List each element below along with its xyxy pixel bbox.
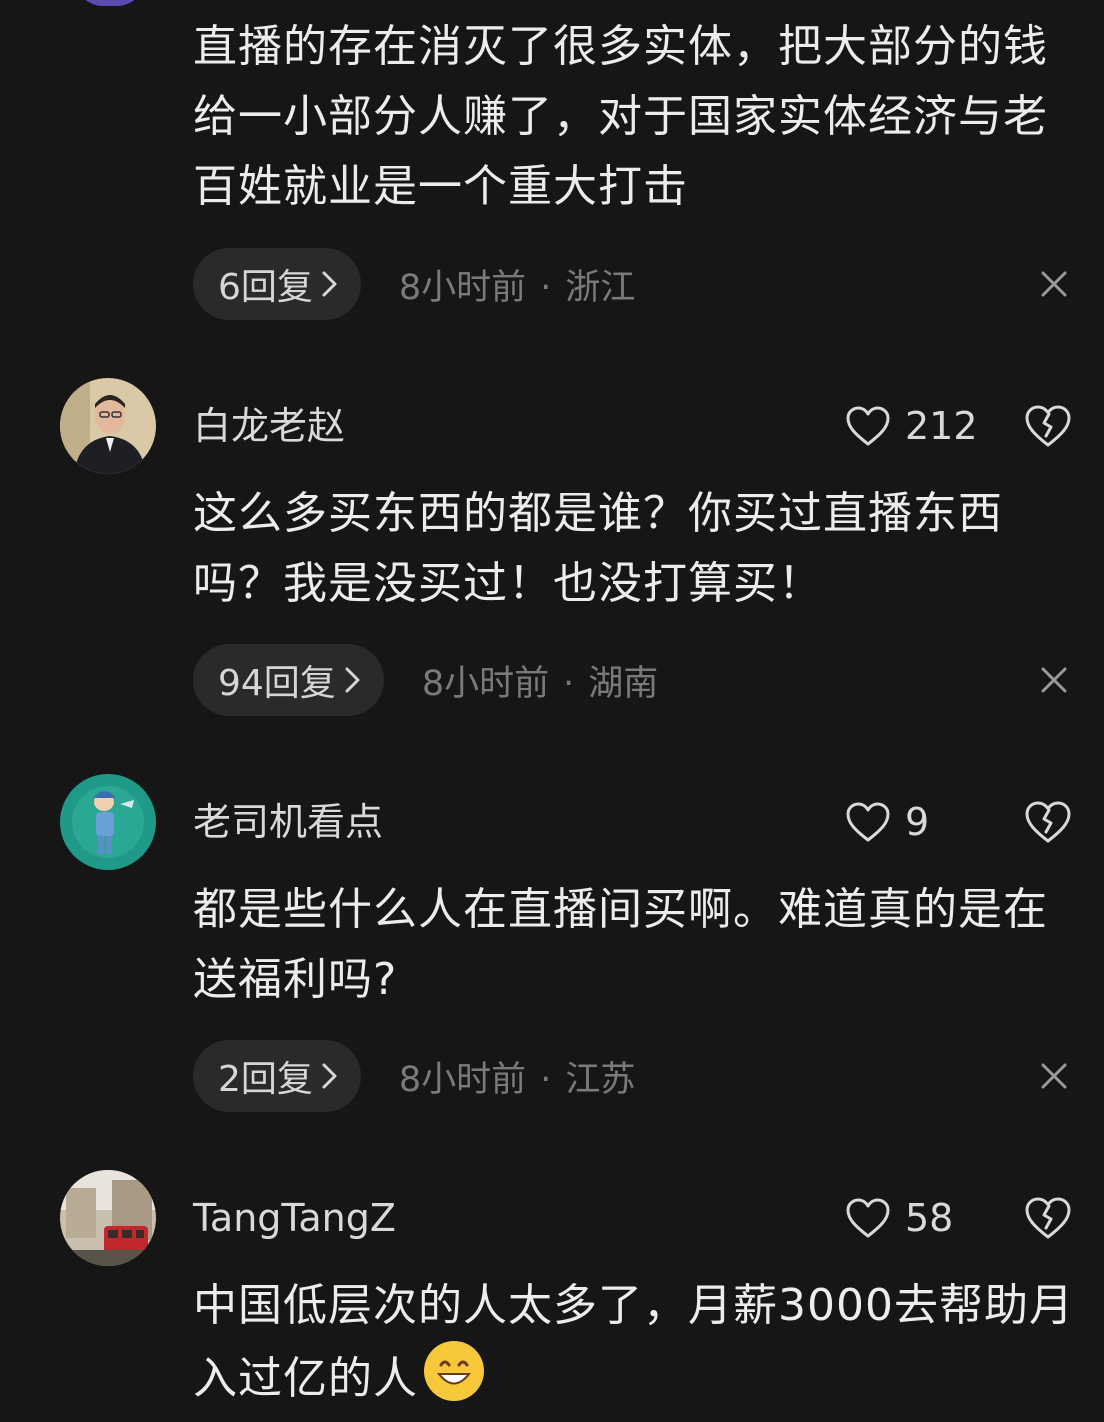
- username[interactable]: TangTangZ: [193, 1194, 396, 1242]
- broken-heart-icon[interactable]: [1023, 798, 1073, 846]
- like-count: 9: [905, 800, 930, 844]
- broken-heart-icon[interactable]: [1023, 1194, 1073, 1242]
- username[interactable]: 白龙老赵: [193, 402, 345, 450]
- broken-heart-icon[interactable]: [1023, 402, 1073, 450]
- replies-label: 2回复: [218, 1059, 313, 1100]
- grinning-face-emoji: [424, 1341, 484, 1401]
- meta-info: 8小时前 · 浙江: [399, 259, 635, 310]
- timestamp: 8小时前: [398, 1059, 527, 1100]
- separator-dot: ·: [563, 663, 575, 704]
- replies-button[interactable]: 2回复: [193, 1040, 361, 1112]
- replies-label: 94回复: [218, 663, 336, 704]
- separator-dot: ·: [540, 1059, 552, 1100]
- like-count: 212: [905, 404, 978, 448]
- heart-outline-icon: [845, 801, 891, 843]
- like-button[interactable]: 58: [845, 1194, 953, 1242]
- replies-label: 6回复: [218, 267, 313, 308]
- comment-text: 中国低层次的人太多了，月薪3000去帮助月入过亿的人: [193, 1271, 1078, 1414]
- location: 江苏: [565, 1059, 636, 1100]
- heart-outline-icon: [845, 1197, 891, 1239]
- close-icon[interactable]: [1034, 1056, 1074, 1096]
- comment-meta: 2回复 8小时前 · 江苏: [193, 1040, 635, 1112]
- location: 湖南: [588, 663, 659, 704]
- replies-button[interactable]: 94回复: [193, 644, 384, 716]
- like-button[interactable]: 9: [845, 798, 929, 846]
- comment-text: 直播的存在消灭了很多实体，把大部分的钱给一小部分人赚了，对于国家实体经济与老百姓…: [193, 21, 1048, 212]
- previous-avatar-fragment[interactable]: [75, 0, 145, 6]
- comment-text: 都是些什么人在直播间买啊。难道真的是在送福利吗?: [193, 884, 1048, 1005]
- avatar[interactable]: [60, 774, 156, 870]
- avatar[interactable]: [60, 1170, 156, 1266]
- chevron-right-icon: [321, 269, 339, 299]
- chevron-right-icon: [344, 665, 362, 695]
- meta-info: 8小时前 · 湖南: [422, 655, 658, 706]
- replies-button[interactable]: 6回复: [193, 248, 361, 320]
- location: 浙江: [565, 267, 636, 308]
- separator-dot: ·: [540, 267, 552, 308]
- comment-text: 这么多买东西的都是谁？你买过直播东西吗？我是没买过！也没打算买！: [193, 488, 1003, 609]
- comment-meta: 6回复 8小时前 · 浙江: [193, 248, 635, 320]
- comment-meta: 94回复 8小时前 · 湖南: [193, 644, 658, 716]
- avatar[interactable]: [60, 378, 156, 474]
- close-icon[interactable]: [1034, 660, 1074, 700]
- like-count: 58: [905, 1196, 954, 1240]
- like-button[interactable]: 212: [845, 402, 978, 450]
- heart-outline-icon: [845, 405, 891, 447]
- close-icon[interactable]: [1034, 264, 1074, 304]
- username[interactable]: 老司机看点: [193, 798, 383, 846]
- meta-info: 8小时前 · 江苏: [399, 1051, 635, 1102]
- chevron-right-icon: [321, 1061, 339, 1091]
- timestamp: 8小时前: [398, 267, 527, 308]
- timestamp: 8小时前: [421, 663, 550, 704]
- comment-text-content: 中国低层次的人太多了，月薪3000去帮助月入过亿的人: [193, 1280, 1074, 1404]
